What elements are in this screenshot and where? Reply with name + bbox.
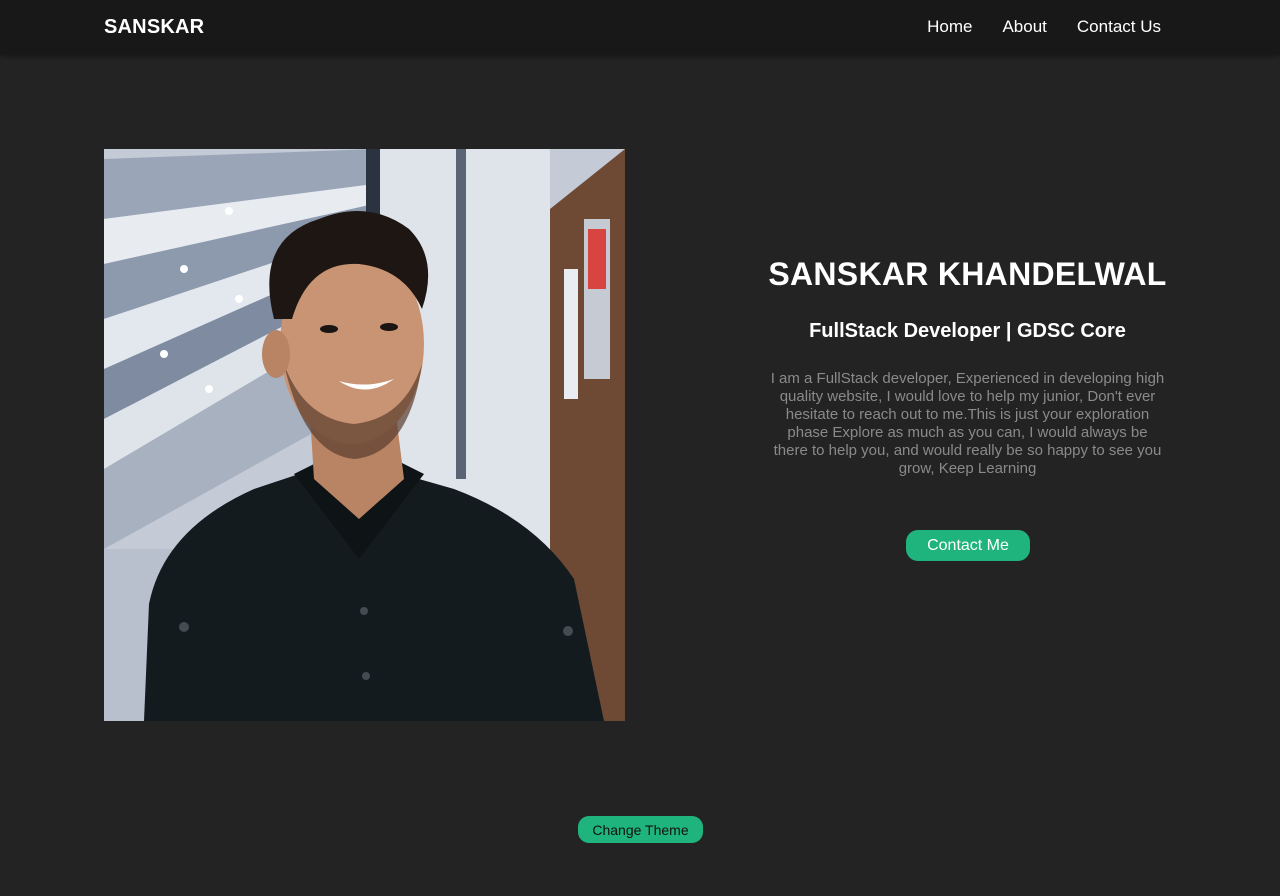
profile-info: SANSKAR KHANDELWAL FullStack Developer |… — [760, 256, 1175, 478]
profile-photo — [104, 149, 625, 721]
nav-contact-link[interactable]: Contact Us — [1077, 17, 1161, 37]
change-theme-button[interactable]: Change Theme — [578, 816, 703, 843]
profile-role: FullStack Developer | GDSC Core — [809, 320, 1126, 342]
nav-about-link[interactable]: About — [1002, 17, 1046, 37]
nav-links: Home About Contact Us — [927, 17, 1161, 37]
profile-name: SANSKAR KHANDELWAL — [768, 256, 1167, 292]
nav-home-link[interactable]: Home — [927, 17, 972, 37]
navbar: SANSKAR Home About Contact Us — [0, 0, 1280, 55]
profile-bio: I am a FullStack developer, Experienced … — [770, 370, 1165, 477]
brand-logo[interactable]: SANSKAR — [104, 16, 204, 39]
contact-me-button[interactable]: Contact Me — [906, 530, 1030, 561]
